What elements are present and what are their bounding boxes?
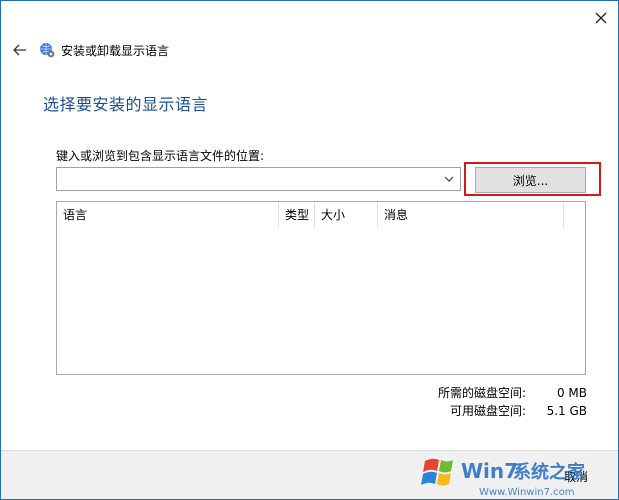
watermark-logo: Win7 系统之家 Www.Winwin7.com	[421, 445, 618, 499]
location-combobox[interactable]	[56, 167, 461, 191]
close-icon	[595, 12, 607, 24]
svg-text:系统之家: 系统之家	[513, 461, 586, 483]
title-bar: 安装或卸载显示语言	[11, 39, 169, 61]
chevron-down-icon	[444, 176, 454, 182]
installer-window: 安装或卸载显示语言 选择要安装的显示语言 键入或浏览到包含显示语言文件的位置: …	[0, 0, 619, 500]
svg-text:Win7: Win7	[461, 459, 518, 483]
globe-settings-icon	[39, 42, 55, 58]
page-title: 选择要安装的显示语言	[43, 95, 209, 114]
column-size[interactable]: 大小	[315, 202, 378, 228]
column-message[interactable]: 消息	[378, 202, 564, 228]
svg-text:Www.Winwin7.com: Www.Winwin7.com	[479, 487, 574, 498]
required-space-label: 所需的磁盘空间:	[437, 386, 526, 400]
close-button[interactable]	[590, 7, 612, 29]
location-label: 键入或浏览到包含显示语言文件的位置:	[56, 149, 265, 163]
available-space-label: 可用磁盘空间:	[449, 404, 526, 418]
back-button[interactable]	[11, 41, 29, 59]
required-space-value: 0 MB	[556, 386, 587, 400]
column-type[interactable]: 类型	[279, 202, 315, 228]
windows-flag-icon	[421, 458, 453, 486]
language-list[interactable]: 语言 类型 大小 消息	[56, 201, 586, 375]
disk-space-info: 所需的磁盘空间: 0 MB 可用磁盘空间: 5.1 GB	[411, 384, 587, 420]
list-header: 语言 类型 大小 消息	[57, 202, 585, 228]
browse-button[interactable]: 浏览...	[475, 167, 586, 193]
dropdown-toggle[interactable]	[442, 171, 456, 187]
column-language[interactable]: 语言	[57, 202, 279, 228]
back-arrow-icon	[13, 44, 26, 56]
available-space-value: 5.1 GB	[546, 404, 587, 418]
window-title: 安装或卸载显示语言	[61, 43, 170, 58]
